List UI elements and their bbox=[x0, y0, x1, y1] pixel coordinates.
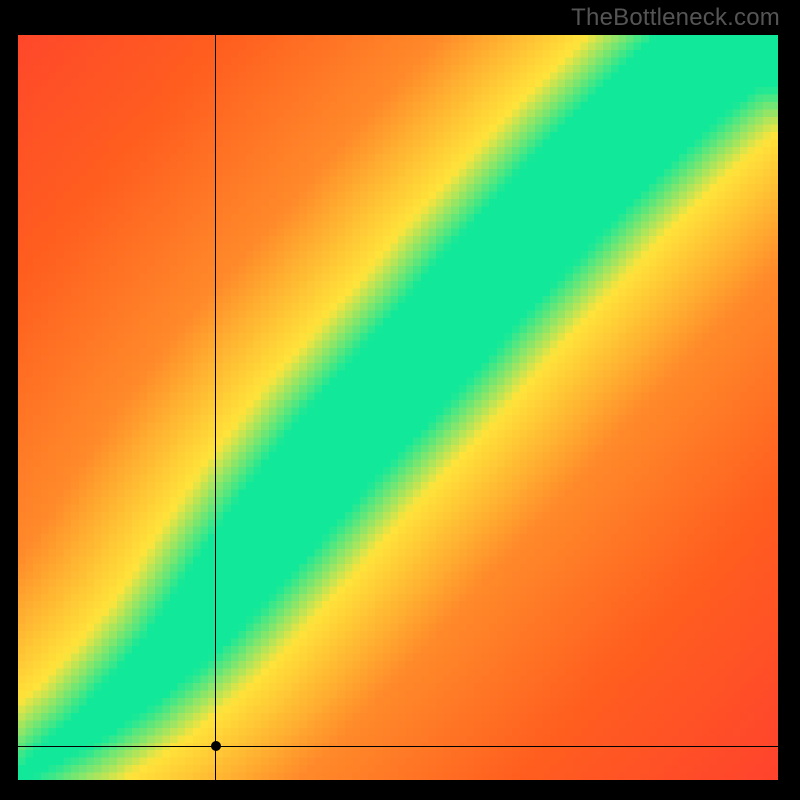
heatmap-canvas bbox=[18, 35, 778, 780]
watermark-label: TheBottleneck.com bbox=[571, 4, 780, 32]
crosshair-vertical bbox=[215, 35, 216, 780]
crosshair-horizontal bbox=[18, 746, 778, 747]
plot-area bbox=[18, 35, 778, 780]
chart-container: TheBottleneck.com bbox=[0, 0, 800, 800]
data-point-marker bbox=[211, 741, 221, 751]
